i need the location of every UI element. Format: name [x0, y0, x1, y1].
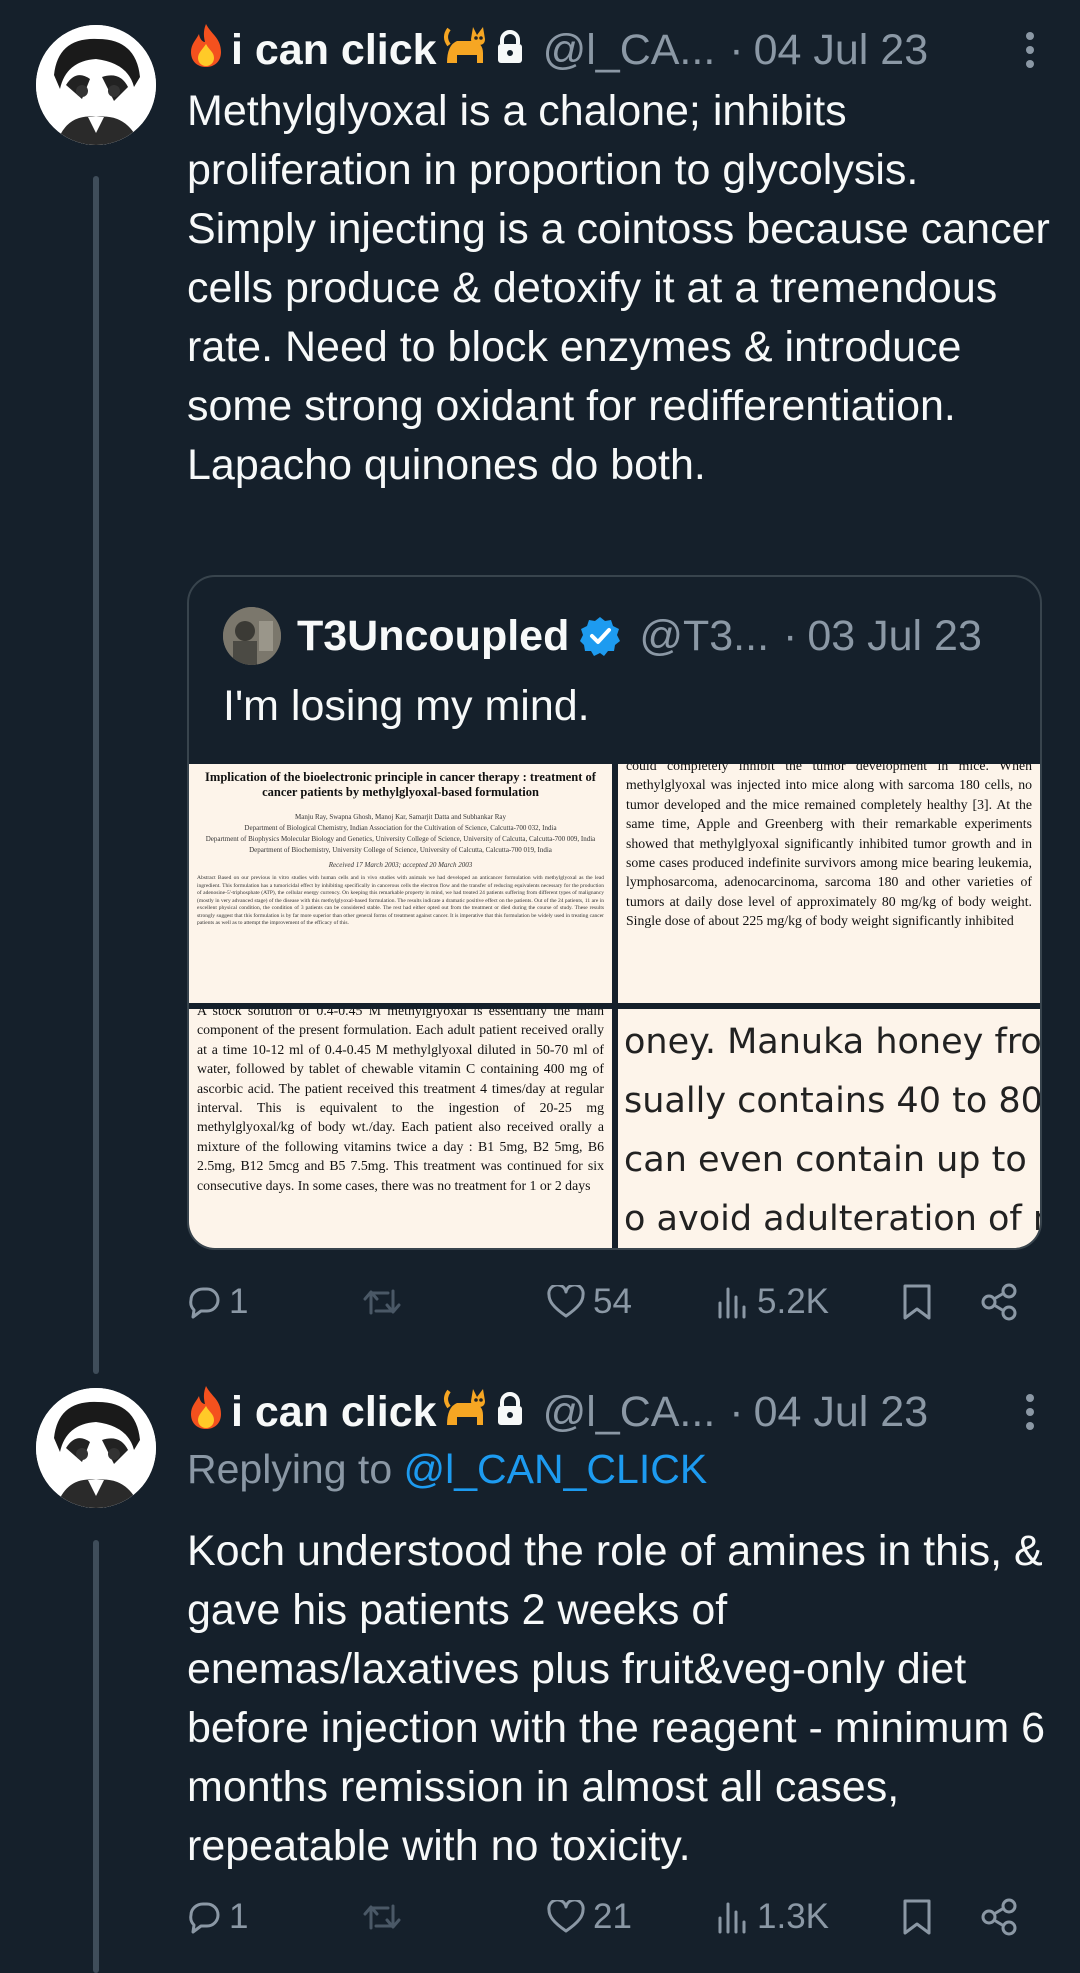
views-button[interactable]: 5.2K [717, 1280, 829, 1324]
reply-icon [187, 1900, 221, 1934]
quoted-timestamp: 03 Jul 23 [807, 611, 982, 660]
retweet-button[interactable] [362, 1895, 410, 1939]
views-icon [717, 1900, 749, 1934]
reply-button[interactable]: 1 [187, 1895, 248, 1939]
quoted-tweet-text: I'm losing my mind. [223, 682, 590, 730]
quoted-handle: @T3... [639, 611, 770, 660]
honey-text-line: sually contains 40 to 800 [624, 1081, 1040, 1121]
paper-received-date: Received 17 March 2003; accepted 20 Marc… [328, 861, 473, 869]
media-grid[interactable]: Implication of the bioelectronic princip… [189, 764, 1040, 1248]
bookmark-icon [902, 1898, 932, 1936]
share-icon [979, 1898, 1019, 1936]
avatar[interactable] [36, 1388, 156, 1508]
fire-icon [187, 1384, 225, 1441]
tweet[interactable]: i can click @l_CA... · 04 Jul 23 Methylg… [0, 0, 1080, 1380]
heart-icon [547, 1285, 585, 1319]
verified-badge-icon [579, 615, 621, 657]
lock-icon [495, 1388, 525, 1437]
paper-authors: Manju Ray, Swapna Ghosh, Manoj Kar, Sama… [295, 813, 506, 821]
media-image-2[interactable]: could completely inhibit the tumor devel… [618, 764, 1040, 1003]
paper-abstract: Abstract Based on our previous in vitro … [197, 875, 604, 926]
share-icon [979, 1283, 1019, 1321]
view-count: 5.2K [757, 1282, 829, 1321]
honey-text-line: o avoid adulteration of m [624, 1199, 1040, 1239]
more-options-icon[interactable] [1010, 1382, 1050, 1442]
views-button[interactable]: 1.3K [717, 1895, 829, 1939]
handle[interactable]: @l_CA... [543, 26, 716, 75]
reply-count: 1 [229, 1897, 249, 1936]
share-button[interactable] [979, 1280, 1019, 1324]
tweet-header: i can click @l_CA... · 04 Jul 23 [187, 1382, 1050, 1442]
like-count: 54 [593, 1282, 632, 1321]
media-image-1[interactable]: Implication of the bioelectronic princip… [189, 764, 612, 1003]
heart-icon [547, 1900, 585, 1934]
retweet-icon [362, 1285, 402, 1319]
paper-affiliation: Department of Biological Chemistry, Indi… [244, 824, 557, 832]
replying-to-label: Replying to [187, 1446, 404, 1492]
honey-text-line: oney. Manuka honey from [624, 1022, 1040, 1062]
like-button[interactable]: 54 [547, 1280, 632, 1324]
display-name[interactable]: i can click [187, 1384, 525, 1441]
reply-count: 1 [229, 1282, 249, 1321]
like-button[interactable]: 21 [547, 1895, 632, 1939]
more-options-icon[interactable] [1010, 20, 1050, 80]
reply-button[interactable]: 1 [187, 1280, 248, 1324]
display-name[interactable]: i can click [187, 22, 525, 79]
honey-text-line: can even contain up to 1 [624, 1140, 1040, 1180]
bookmark-icon [902, 1283, 932, 1321]
separator-dot: · [729, 1387, 744, 1436]
cat-icon [443, 23, 489, 78]
paper-affiliation: Department of Biochemistry, University C… [249, 846, 552, 854]
cat-icon [443, 1385, 489, 1440]
views-icon [717, 1285, 749, 1319]
reply-icon [187, 1285, 221, 1319]
tweet-header: i can click @l_CA... · 04 Jul 23 [187, 20, 1050, 80]
replying-to: Replying to @l_CAN_CLICK [187, 1446, 1050, 1502]
fire-icon [187, 22, 225, 79]
display-name-text: i can click [231, 25, 437, 74]
quoted-tweet[interactable]: T3Uncoupled @T3... · 03 Jul 23 I'm losin… [187, 575, 1042, 1250]
paper-title: Implication of the bioelectronic princip… [205, 770, 596, 799]
display-name-text: i can click [231, 1387, 437, 1436]
quoted-display-name: T3Uncoupled [297, 611, 570, 660]
tweet[interactable]: i can click @l_CA... · 04 Jul 23 Replyin… [0, 1380, 1080, 1973]
separator-dot: · [783, 611, 798, 660]
timestamp[interactable]: 04 Jul 23 [754, 1388, 929, 1437]
timestamp[interactable]: 04 Jul 23 [754, 26, 929, 75]
view-count: 1.3K [757, 1897, 829, 1936]
tweet-text: Methylglyoxal is a chalone; inhibits pro… [187, 87, 1050, 489]
tweet-actions: 1 21 1.3K [187, 1887, 1042, 1947]
share-button[interactable] [979, 1895, 1019, 1939]
paper-excerpt: A stock solution of 0.4-0.45 M methylgly… [197, 1009, 604, 1193]
media-image-3[interactable]: A stock solution of 0.4-0.45 M methylgly… [189, 1009, 612, 1248]
replying-to-link[interactable]: @l_CAN_CLICK [404, 1446, 708, 1492]
retweet-button[interactable] [362, 1280, 410, 1324]
bookmark-button[interactable] [902, 1280, 932, 1324]
like-count: 21 [593, 1897, 632, 1936]
tweet-text: Koch understood the role of amines in th… [187, 1527, 1046, 1870]
tweet-actions: 1 54 5.2K [187, 1272, 1042, 1332]
quoted-tweet-header: T3Uncoupled @T3... · 03 Jul 23 [223, 607, 982, 665]
bookmark-button[interactable] [902, 1895, 932, 1939]
lock-icon [495, 26, 525, 75]
quoted-avatar [223, 607, 281, 665]
separator-dot: · [729, 25, 744, 74]
avatar[interactable] [36, 25, 156, 145]
retweet-icon [362, 1900, 402, 1934]
paper-affiliation: Department of Biophysics Molecular Biolo… [205, 835, 596, 843]
media-image-4[interactable]: oney. Manuka honey from sually contains … [618, 1009, 1040, 1248]
handle[interactable]: @l_CA... [543, 1388, 716, 1437]
paper-excerpt: could completely inhibit the tumor devel… [626, 764, 1032, 929]
